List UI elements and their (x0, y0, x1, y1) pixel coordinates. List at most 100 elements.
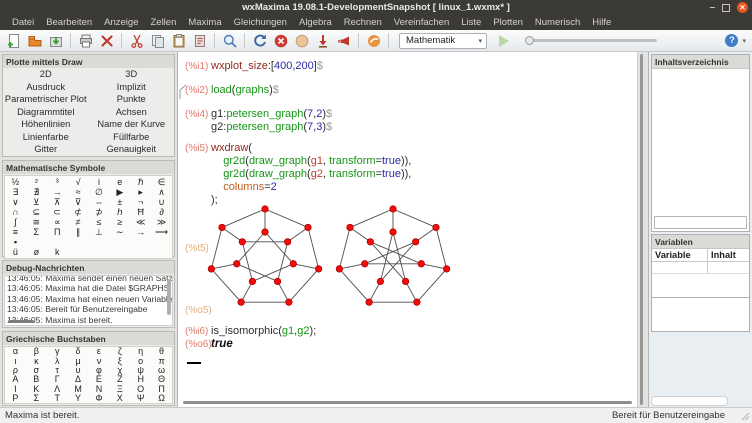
draw-button-genauigkeit[interactable]: Genauigkeit (89, 143, 175, 156)
symbol-button[interactable]: √ (68, 177, 89, 187)
greek-button-Υ[interactable]: Υ (68, 394, 89, 403)
code-line[interactable]: load(graphs)$ (211, 84, 279, 97)
symbol-button[interactable]: ² (26, 177, 47, 187)
symbol-button[interactable]: → (130, 227, 151, 237)
worksheet-scrollbar-track[interactable] (637, 52, 648, 407)
close-button[interactable]: ✕ (737, 2, 748, 13)
code-line[interactable]: columns=2 (211, 181, 411, 194)
symbol-button[interactable]: ≠ (68, 217, 89, 227)
paste-button[interactable] (169, 31, 188, 50)
code-line[interactable]: g2:petersen_graph(7,3)$ (211, 121, 332, 134)
play-animation-button[interactable] (499, 35, 509, 47)
symbol-button[interactable]: ▶ (109, 187, 130, 197)
symbol-button[interactable]: ø (26, 247, 47, 257)
greek-button-Φ[interactable]: Φ (89, 394, 110, 403)
slider-thumb[interactable] (525, 36, 534, 45)
symbol-button[interactable]: ⊥ (89, 227, 110, 237)
symbol-button[interactable]: ∝ (47, 217, 68, 227)
symbol-button[interactable]: ∅ (89, 187, 110, 197)
greek-button-Σ[interactable]: Σ (26, 394, 47, 403)
resize-grip-icon[interactable] (740, 411, 750, 421)
cell-type-select[interactable]: Mathematik ▾ (399, 33, 487, 49)
cell-output[interactable]: true (211, 338, 233, 351)
toolbar-overflow-caret[interactable]: ▾ (740, 37, 748, 45)
symbol-button[interactable]: ℎ (109, 207, 130, 217)
draw-button-linienfarbe[interactable]: Linienfarbe (3, 131, 89, 144)
greek-button-Ψ[interactable]: Ψ (130, 394, 151, 403)
cell-code[interactable]: wxdraw( gr2d(draw_graph(g1, transform=tr… (211, 142, 411, 207)
draw-button-h-henlinien[interactable]: Höhenlinien (3, 118, 89, 131)
draw-button-2d[interactable]: 2D (3, 68, 89, 81)
symbol-button[interactable]: ≪ (130, 217, 151, 227)
animation-slider[interactable] (525, 39, 657, 42)
symbol-button[interactable]: → (47, 187, 68, 197)
symbol-button[interactable]: ⟶ (151, 227, 172, 237)
help-icon[interactable]: ? (725, 34, 738, 47)
symbol-button[interactable]: ▪ (5, 237, 26, 247)
draw-button-name-der-kurve[interactable]: Name der Kurve (89, 118, 175, 131)
search-button[interactable] (220, 31, 239, 50)
symbol-button[interactable]: Σ (26, 227, 47, 237)
draw-button-punkte[interactable]: Punkte (89, 93, 175, 106)
symbol-button[interactable]: ⊄ (68, 207, 89, 217)
draw-button-ausdruck[interactable]: Ausdruck (3, 81, 89, 94)
save-button[interactable] (46, 31, 65, 50)
symbol-button[interactable]: ± (109, 197, 130, 207)
jump-to-result-button[interactable] (313, 31, 332, 50)
code-line[interactable]: is_isomorphic(g1,g2); (211, 325, 316, 338)
debug-vertical-scrollbar[interactable] (167, 279, 171, 315)
symbol-button[interactable]: ü (5, 247, 26, 257)
symbol-button[interactable]: ≫ (151, 217, 172, 227)
symbol-button[interactable]: ⊂ (47, 207, 68, 217)
symbol-button[interactable]: ∼ (109, 227, 130, 237)
menu-liste[interactable]: Liste (455, 15, 487, 30)
draw-button-implizit[interactable]: Implizit (89, 81, 175, 94)
greek-button-Ρ[interactable]: Ρ (5, 394, 26, 403)
draw-button-diagrammtitel[interactable]: Diagrammtitel (3, 106, 89, 119)
wxmaxima-help-button[interactable] (364, 31, 383, 50)
menu-bearbeiten[interactable]: Bearbeiten (40, 15, 98, 30)
menu-rechnen[interactable]: Rechnen (338, 15, 388, 30)
print-button[interactable] (76, 31, 95, 50)
symbol-button[interactable]: Ħ (130, 207, 151, 217)
preferences-button[interactable] (97, 31, 116, 50)
symbol-button[interactable]: ∂ (151, 207, 172, 217)
toc-filter-input[interactable] (654, 216, 747, 229)
menu-plotten[interactable]: Plotten (487, 15, 529, 30)
greek-button-Ω[interactable]: Ω (151, 394, 172, 403)
symbol-button[interactable]: ⊻ (26, 197, 47, 207)
draw-button-parametrischer-plot[interactable]: Parametrischer Plot (3, 93, 89, 106)
symbol-button[interactable]: ∪ (151, 197, 172, 207)
symbol-button[interactable]: ∈ (151, 177, 172, 187)
code-line[interactable]: wxplot_size:[400,200]$ (211, 60, 323, 73)
menu-numerisch[interactable]: Numerisch (529, 15, 586, 30)
debug-messages-log[interactable]: 13:46:05: Maxima sendet einen neuen Satz… (4, 275, 173, 327)
code-line[interactable]: gr2d(draw_graph(g1, transform=true)), (211, 155, 411, 168)
symbol-button[interactable]: ⊅ (89, 207, 110, 217)
symbol-button[interactable]: ¬ (130, 197, 151, 207)
delete-button[interactable] (190, 31, 209, 50)
symbol-button[interactable]: ∥ (68, 227, 89, 237)
code-line[interactable]: wxdraw( (211, 142, 411, 155)
code-line[interactable]: g1:petersen_graph(7,2)$ (211, 108, 332, 121)
stop-button[interactable] (271, 31, 290, 50)
cell-code[interactable]: is_isomorphic(g1,g2); (211, 325, 316, 338)
symbol-button[interactable]: ∫ (5, 217, 26, 227)
recalculate-button[interactable] (250, 31, 269, 50)
copy-button[interactable] (148, 31, 167, 50)
menu-maxima[interactable]: Maxima (182, 15, 227, 30)
symbol-button[interactable]: ≥ (109, 217, 130, 227)
worksheet-horizontal-scrollbar[interactable] (183, 401, 632, 404)
symbol-button[interactable]: ≤ (89, 217, 110, 227)
cell-code[interactable]: g1:petersen_graph(7,2)$g2:petersen_graph… (211, 108, 332, 134)
symbol-button[interactable]: ∩ (5, 207, 26, 217)
symbol-button[interactable]: ∃ (5, 187, 26, 197)
symbol-button[interactable]: ∄ (26, 187, 47, 197)
worksheet-scrollbar-thumb[interactable] (640, 54, 643, 405)
menu-gleichungen[interactable]: Gleichungen (228, 15, 293, 30)
symbol-button[interactable]: ½ (5, 177, 26, 187)
right-sidebar-scrollbar[interactable] (651, 396, 728, 406)
symbol-button[interactable]: ≈ (68, 187, 89, 197)
minimize-button[interactable]: – (709, 2, 715, 13)
maximize-button[interactable] (722, 4, 730, 12)
